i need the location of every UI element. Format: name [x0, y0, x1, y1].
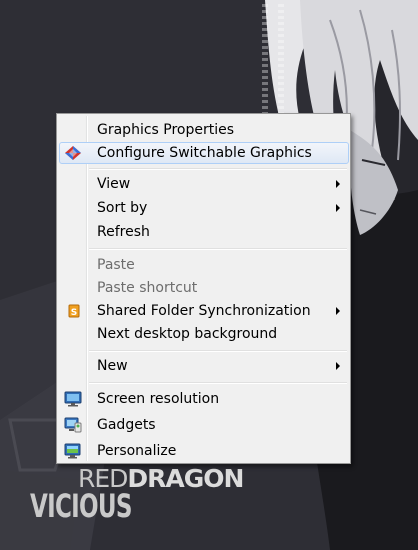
shared-folder-sync-icon: S	[64, 303, 82, 319]
gadgets-icon	[64, 417, 82, 433]
menu-item-label: Paste	[97, 257, 135, 273]
menu-item-shared-folder-synchronization[interactable]: S Shared Folder Synchronization	[59, 300, 349, 322]
svg-text:S: S	[71, 308, 77, 318]
menu-item-view[interactable]: View	[59, 173, 349, 195]
menu-item-paste-shortcut: Paste shortcut	[59, 277, 349, 299]
menu-separator	[89, 168, 347, 170]
submenu-arrow-icon	[336, 307, 340, 315]
menu-separator	[89, 248, 347, 250]
switchable-graphics-icon	[64, 145, 82, 161]
menu-item-next-desktop-background[interactable]: Next desktop background	[59, 323, 349, 345]
menu-item-sort-by[interactable]: Sort by	[59, 197, 349, 219]
submenu-arrow-icon	[336, 204, 340, 212]
personalize-icon	[64, 443, 82, 459]
menu-item-label: Personalize	[97, 443, 177, 459]
menu-item-paste: Paste	[59, 254, 349, 276]
menu-item-screen-resolution[interactable]: Screen resolution	[59, 388, 349, 410]
menu-item-label: Paste shortcut	[97, 280, 198, 296]
menu-item-configure-switchable-graphics[interactable]: Configure Switchable Graphics	[59, 142, 349, 164]
wallpaper-signature: VICIOUS	[30, 487, 132, 525]
menu-item-label: View	[97, 176, 131, 192]
menu-item-label: Shared Folder Synchronization	[97, 303, 311, 319]
menu-item-gadgets[interactable]: Gadgets	[59, 414, 349, 436]
menu-item-label: Refresh	[97, 224, 150, 240]
menu-separator	[89, 350, 347, 352]
menu-item-label: Configure Switchable Graphics	[97, 145, 312, 161]
menu-item-new[interactable]: New	[59, 355, 349, 377]
menu-separator	[89, 382, 347, 384]
menu-item-refresh[interactable]: Refresh	[59, 221, 349, 243]
menu-item-label: Graphics Properties	[97, 122, 235, 138]
menu-item-graphics-properties[interactable]: Graphics Properties	[59, 119, 349, 141]
menu-item-label: Next desktop background	[97, 326, 278, 342]
desktop-context-menu: Graphics Properties Configure Switchable…	[56, 113, 351, 464]
menu-item-label: Sort by	[97, 200, 148, 216]
wallpaper-brand-bold: DRAGON	[127, 464, 244, 493]
screen-resolution-icon	[64, 391, 82, 407]
menu-item-label: Screen resolution	[97, 391, 220, 407]
submenu-arrow-icon	[336, 180, 340, 188]
menu-item-label: Gadgets	[97, 417, 156, 433]
menu-item-label: New	[97, 358, 128, 374]
menu-item-personalize[interactable]: Personalize	[59, 440, 349, 462]
submenu-arrow-icon	[336, 362, 340, 370]
